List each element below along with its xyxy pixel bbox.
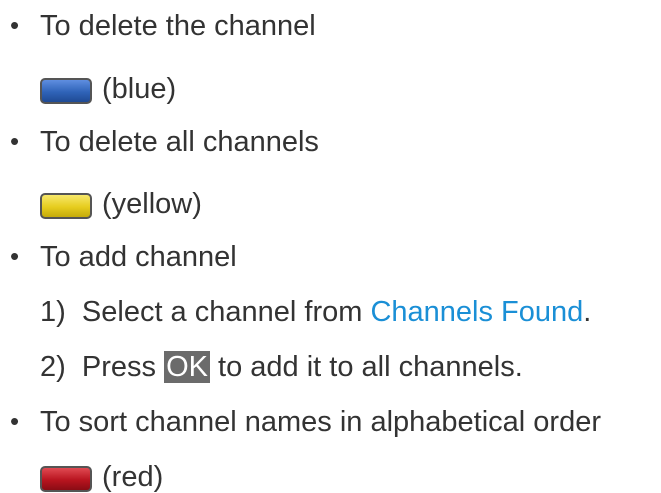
yellow-key-label: (yellow) — [102, 188, 202, 220]
step-2-suffix: to add it to all channels. — [210, 351, 523, 383]
bullet: • — [10, 10, 20, 40]
item-sort-channels: To sort channel names in alphabetical or… — [40, 406, 601, 438]
step-1-text: 1) Select a channel from Channels Found. — [40, 298, 591, 327]
item-add-channel: To add channel — [40, 241, 237, 273]
red-key-label: (red) — [102, 461, 164, 493]
bullet: • — [10, 241, 20, 271]
step-2-text: 2) Press OK to add it to all channels. — [40, 351, 523, 383]
step-1-prefix: 1) Select a channel from — [40, 296, 371, 328]
yellow-button-icon — [40, 193, 92, 219]
item-delete-all-channels: To delete all channels — [40, 126, 319, 158]
channels-found-link[interactable]: Channels Found — [370, 296, 583, 328]
blue-button-icon — [40, 78, 92, 104]
bullet: • — [10, 126, 20, 156]
bullet: • — [10, 406, 20, 436]
ok-button-icon: OK — [164, 351, 210, 383]
item-delete-channel: To delete the channel — [40, 10, 316, 42]
red-button-icon — [40, 466, 92, 492]
blue-key-label: (blue) — [102, 73, 177, 105]
step-2-prefix: 2) Press — [40, 351, 165, 383]
step-1-suffix: . — [583, 296, 592, 328]
